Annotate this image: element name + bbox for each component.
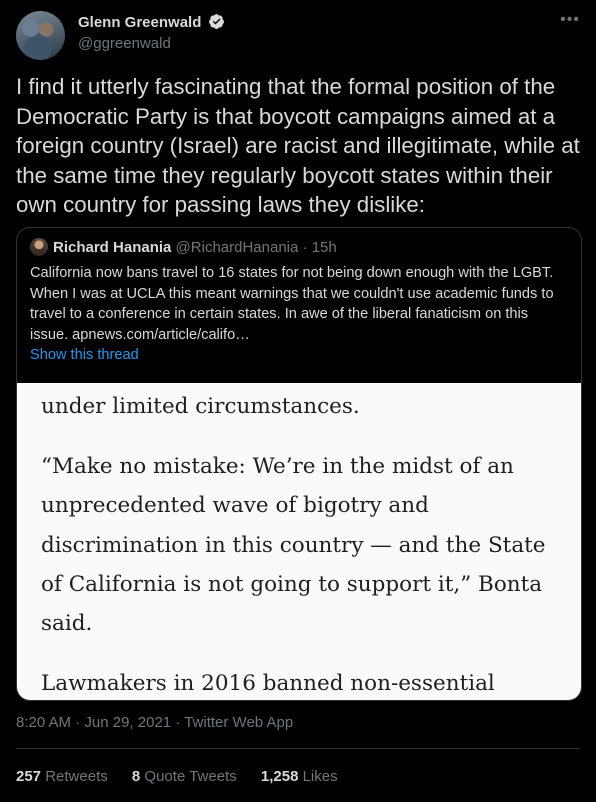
article-paragraph: Lawmakers in 2016 banned non-essential t… (41, 671, 495, 697)
tweet-meta: 8:20 AM · Jun 29, 2021 · Twitter Web App (16, 714, 293, 731)
likes-stat[interactable]: 1,258 Likes (261, 768, 338, 785)
quoted-separator: · (302, 239, 308, 256)
quoted-author-name: Richard Hanania (53, 239, 172, 256)
retweets-count: 257 (16, 768, 42, 785)
quote-tweets-label: Quote Tweets (144, 768, 237, 785)
meta-separator: · (75, 714, 81, 731)
verified-badge-icon (208, 14, 224, 29)
article-paragraph: under limited circumstances. (41, 394, 360, 419)
quoted-tweet-card[interactable]: Richard Hanania @RichardHanania · 15h Ca… (16, 227, 582, 701)
retweets-stat[interactable]: 257 Retweets (16, 768, 108, 785)
tweet-header: Glenn Greenwald @ggreenwald ••• (16, 11, 580, 61)
divider (16, 748, 580, 749)
author-handle[interactable]: @ggreenwald (78, 35, 225, 52)
article-screenshot-text: under limited circumstances. “Make no mi… (41, 387, 561, 700)
quote-tweets-stat[interactable]: 8 Quote Tweets (132, 768, 237, 785)
likes-label: Likes (302, 768, 338, 785)
quoted-tweet-header: Richard Hanania @RichardHanania · 15h (30, 238, 337, 258)
quoted-tweet-text: California now bans travel to 16 states … (30, 265, 554, 343)
tweet-time[interactable]: 8:20 AM (16, 714, 71, 731)
likes-count: 1,258 (260, 768, 299, 785)
tweet-stats: 257 Retweets 8 Quote Tweets 1,258 Likes (16, 768, 358, 785)
more-options-icon[interactable]: ••• (560, 12, 580, 31)
author-avatar[interactable] (16, 11, 65, 60)
show-thread-link[interactable]: Show this thread (30, 347, 139, 363)
retweets-label: Retweets (45, 768, 108, 785)
author-name-block: Glenn Greenwald @ggreenwald (78, 13, 225, 52)
article-paragraph: “Make no mistake: We’re in the midst of … (41, 454, 546, 637)
meta-separator: · (175, 714, 181, 731)
quoted-timestamp: 15h (311, 239, 337, 256)
quoted-author-handle: @RichardHanania (175, 239, 299, 256)
tweet-text: I find it utterly fascinating that the f… (16, 74, 580, 217)
tweet-date[interactable]: Jun 29, 2021 (84, 714, 171, 731)
tweet-source[interactable]: Twitter Web App (184, 714, 293, 731)
quote-tweets-count: 8 (131, 768, 141, 785)
author-display-name[interactable]: Glenn Greenwald (78, 14, 201, 31)
quoted-media-image[interactable]: under limited circumstances. “Make no mi… (17, 383, 581, 700)
quoted-author-avatar (30, 238, 48, 256)
